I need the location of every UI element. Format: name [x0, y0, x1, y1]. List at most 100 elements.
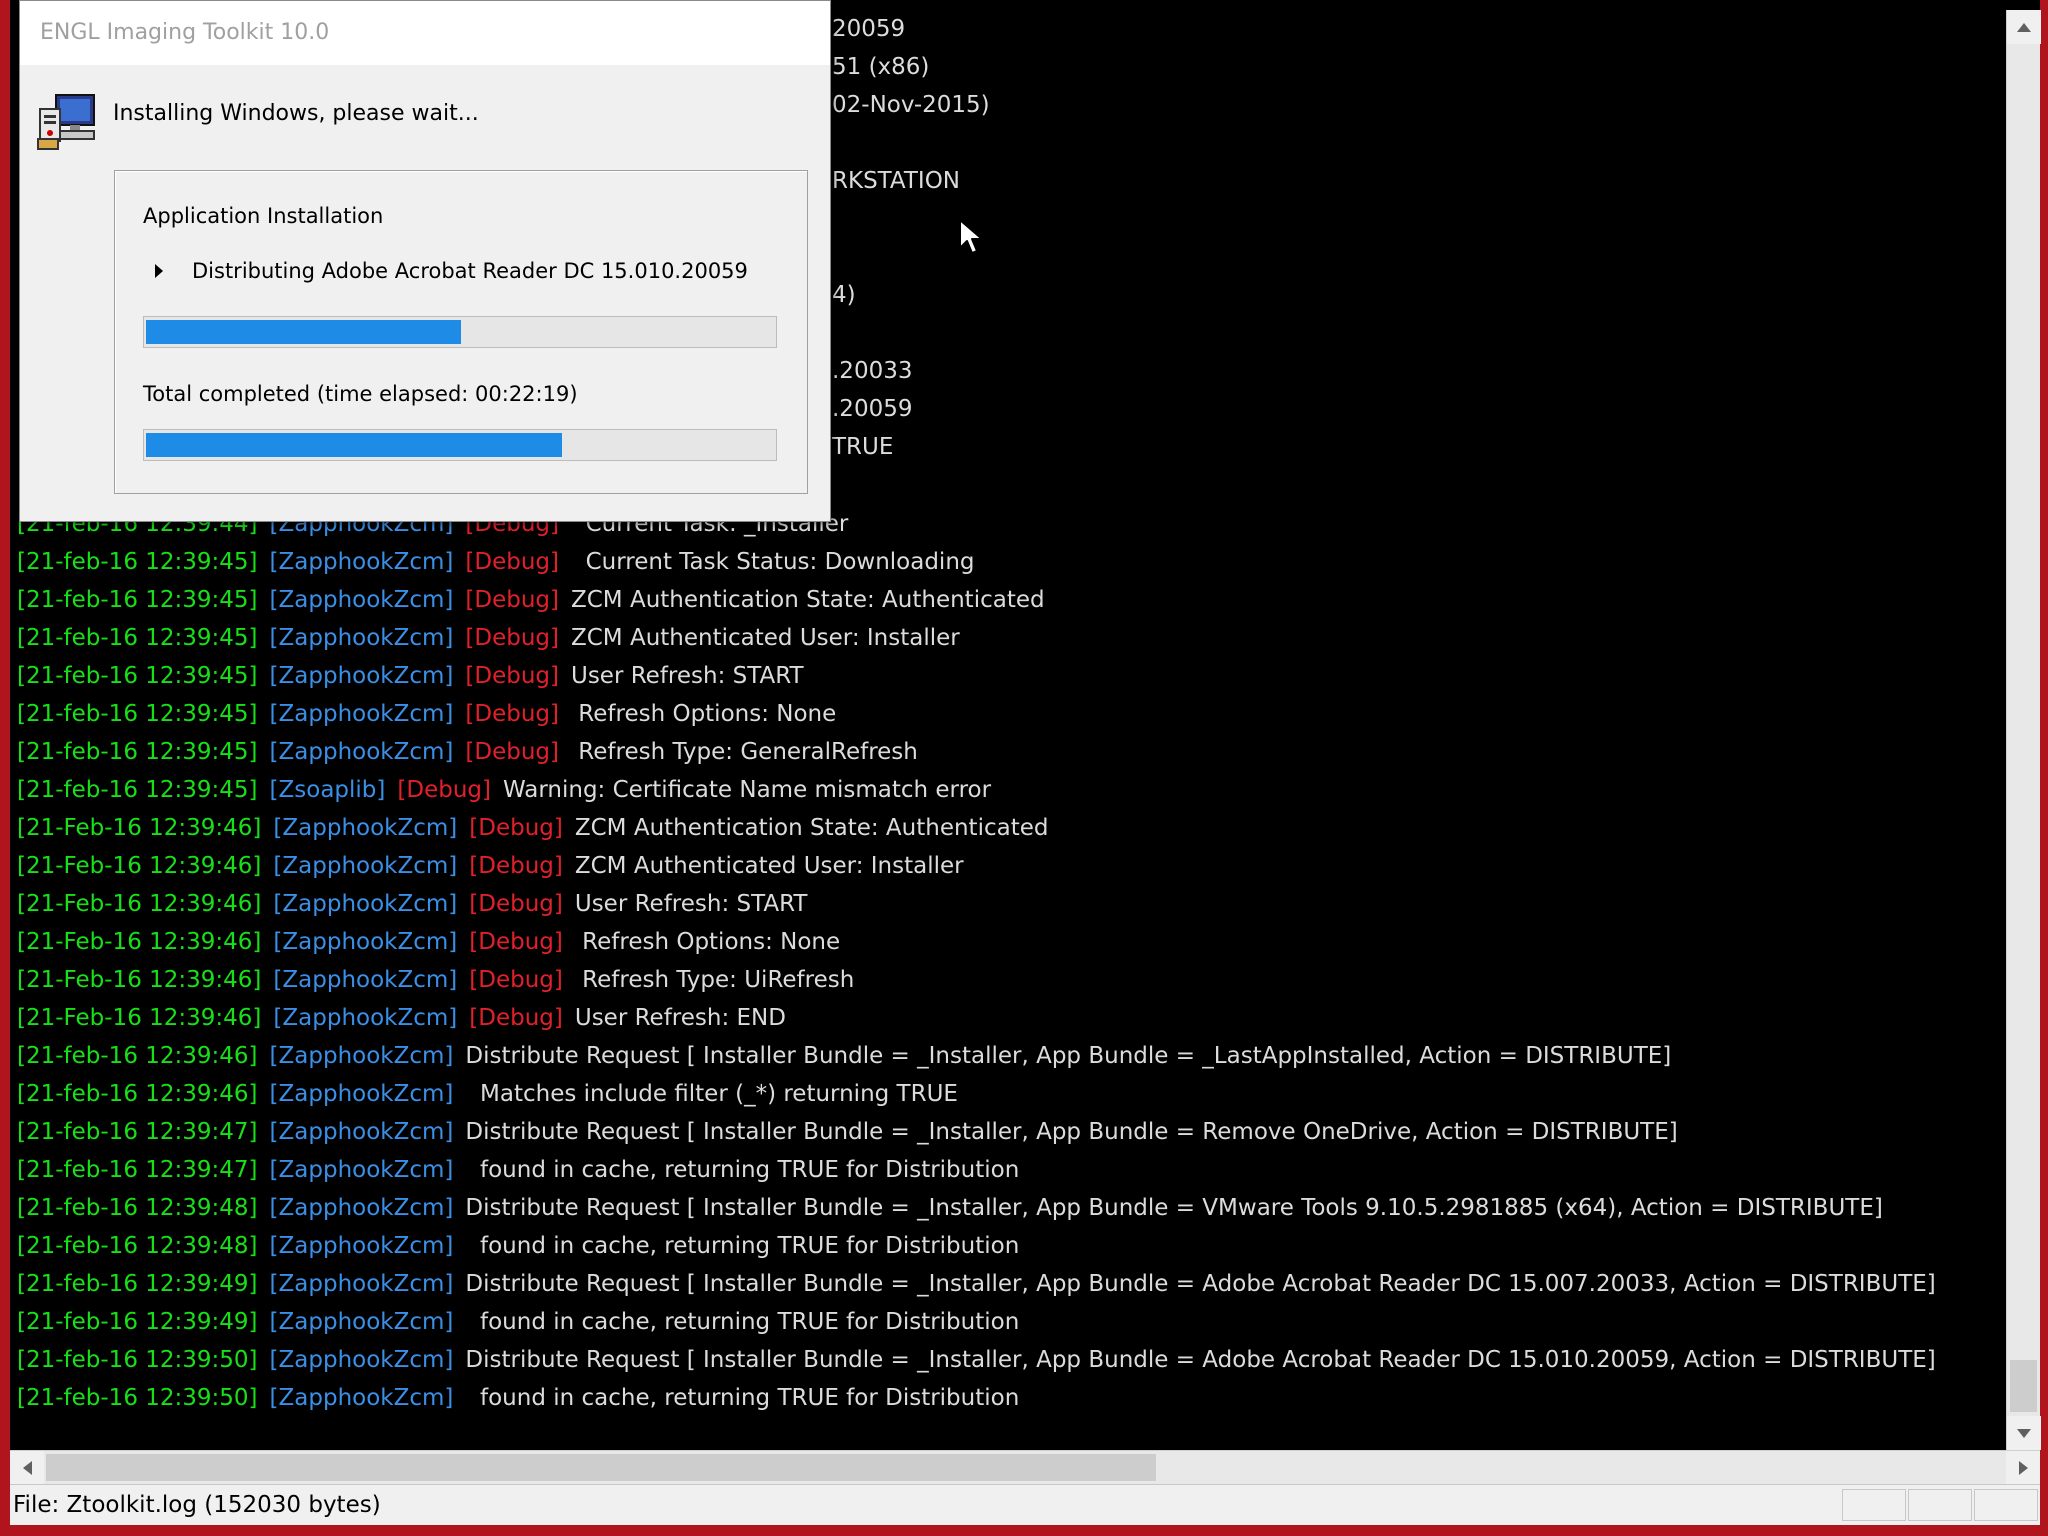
log-source: [ZapphookZcm] — [269, 1233, 454, 1259]
log-line: [21-feb-16 12:39:47] [ZapphookZcm] found … — [17, 1151, 1031, 1189]
log-timestamp: [21-feb-16 12:39:45] — [17, 587, 258, 613]
scroll-right-arrow-icon[interactable] — [2006, 1451, 2040, 1484]
log-timestamp: [21-Feb-16 12:39:46] — [17, 853, 262, 879]
task-progress-bar — [143, 316, 777, 348]
log-source: [ZapphookZcm] — [269, 1385, 454, 1411]
log-line-fragment-text: 51 (x86) — [832, 54, 930, 80]
log-line-fragment: .20059 — [832, 390, 912, 428]
log-source: [ZapphookZcm] — [269, 701, 454, 727]
log-source: [ZapphookZcm] — [269, 1081, 454, 1107]
log-level: [Debug] — [465, 663, 559, 689]
scroll-down-arrow-icon[interactable] — [2007, 1416, 2041, 1450]
log-source: [ZapphookZcm] — [269, 1043, 454, 1069]
log-message: User Refresh: START — [570, 663, 804, 689]
current-task-label: Distributing Adobe Acrobat Reader DC 15.… — [192, 259, 748, 283]
scroll-left-arrow-icon[interactable] — [10, 1451, 44, 1484]
log-message: ZCM Authentication State: Authenticated — [574, 815, 1049, 841]
log-source: [ZapphookZcm] — [273, 853, 458, 879]
log-line: [21-feb-16 12:39:45] [ZapphookZcm] [Debug]… — [17, 657, 816, 695]
installer-dialog: ENGL Imaging Toolkit 10.0 Installing Win… — [19, 0, 831, 522]
log-level: [Debug] — [465, 587, 559, 613]
log-level: [Debug] — [465, 701, 559, 727]
log-line-fragment: TRUE — [832, 428, 893, 466]
log-line: [21-feb-16 12:39:45] [ZapphookZcm] [Debug]… — [17, 619, 972, 657]
status-file-info: File: Ztoolkit.log (152030 bytes) — [13, 1492, 381, 1518]
log-source: [ZapphookZcm] — [273, 815, 458, 841]
log-level: [Debug] — [397, 777, 491, 803]
vertical-scroll-thumb[interactable] — [2010, 1360, 2037, 1412]
log-source: [ZapphookZcm] — [273, 1005, 458, 1031]
log-message: Refresh Type: UiRefresh — [574, 967, 855, 993]
log-timestamp: [21-feb-16 12:39:50] — [17, 1347, 258, 1373]
vertical-scrollbar[interactable] — [2006, 10, 2041, 1450]
horizontal-scroll-thumb[interactable] — [46, 1454, 1156, 1481]
log-message: found in cache, returning TRUE for Distr… — [465, 1157, 1020, 1183]
log-timestamp: [21-Feb-16 12:39:46] — [17, 815, 262, 841]
total-completed-label: Total completed (time elapsed: 00:22:19) — [143, 382, 578, 406]
log-timestamp: [21-feb-16 12:39:45] — [17, 549, 258, 575]
log-line-fragment: 20059 — [832, 10, 905, 48]
log-line: [21-Feb-16 12:39:46] [ZapphookZcm] [Debug]… — [17, 923, 852, 961]
log-line-fragment-text: .20059 — [832, 396, 913, 422]
log-line: [21-Feb-16 12:39:46] [ZapphookZcm] [Debug]… — [17, 885, 819, 923]
log-timestamp: [21-feb-16 12:39:48] — [17, 1195, 258, 1221]
log-source: [ZapphookZcm] — [273, 929, 458, 955]
log-line: [21-feb-16 12:39:45] [ZapphookZcm] [Debug]… — [17, 695, 848, 733]
log-line-fragment-text: .20033 — [832, 358, 913, 384]
log-line-fragment: .20033 — [832, 352, 912, 390]
status-panel — [1974, 1489, 2038, 1521]
section-label: Application Installation — [143, 204, 384, 228]
log-line: [21-feb-16 12:39:50] [ZapphookZcm] Distrib… — [17, 1341, 1948, 1379]
mouse-cursor-icon — [959, 219, 983, 254]
log-source: [ZapphookZcm] — [273, 891, 458, 917]
log-level: [Debug] — [465, 625, 559, 651]
log-message: ZCM Authenticated User: Installer — [574, 853, 964, 879]
log-message: Distribute Request [ Installer Bundle = … — [465, 1271, 1936, 1297]
log-message: ZCM Authenticated User: Installer — [570, 625, 960, 651]
log-level: [Debug] — [465, 739, 559, 765]
log-source: [ZapphookZcm] — [269, 1271, 454, 1297]
log-line: [21-Feb-16 12:39:46] [ZapphookZcm] [Debug]… — [17, 809, 1060, 847]
log-source: [ZapphookZcm] — [273, 967, 458, 993]
log-timestamp: [21-feb-16 12:39:45] — [17, 663, 258, 689]
log-line: [21-feb-16 12:39:48] [ZapphookZcm] found … — [17, 1227, 1031, 1265]
log-timestamp: [21-feb-16 12:39:47] — [17, 1157, 258, 1183]
log-line: [21-feb-16 12:39:45] [ZapphookZcm] [Debug]… — [17, 543, 987, 581]
log-line: [21-feb-16 12:39:50] [ZapphookZcm] found … — [17, 1379, 1031, 1417]
log-line-fragment: 51 (x86) — [832, 48, 929, 86]
horizontal-scrollbar[interactable] — [10, 1450, 2040, 1484]
dialog-message: Installing Windows, please wait... — [113, 101, 479, 126]
log-timestamp: [21-feb-16 12:39:45] — [17, 777, 258, 803]
dialog-titlebar[interactable]: ENGL Imaging Toolkit 10.0 — [20, 1, 830, 65]
total-progress-bar — [143, 429, 777, 461]
log-level: [Debug] — [469, 815, 563, 841]
log-line: [21-feb-16 12:39:49] [ZapphookZcm] Distrib… — [17, 1265, 1948, 1303]
log-timestamp: [21-feb-16 12:39:50] — [17, 1385, 258, 1411]
total-progress-fill — [146, 433, 562, 457]
log-timestamp: [21-feb-16 12:39:45] — [17, 625, 258, 651]
log-level: [Debug] — [469, 929, 563, 955]
status-bar: File: Ztoolkit.log (152030 bytes) — [10, 1484, 2040, 1525]
log-line: [21-feb-16 12:39:45] [ZapphookZcm] [Debug]… — [17, 733, 930, 771]
scroll-up-arrow-icon[interactable] — [2007, 10, 2041, 44]
log-line-fragment-text: TRUE — [832, 434, 894, 460]
log-line: [21-feb-16 12:39:47] [ZapphookZcm] Distrib… — [17, 1113, 1690, 1151]
log-source: [ZapphookZcm] — [269, 1119, 454, 1145]
status-panel — [1908, 1489, 1972, 1521]
log-timestamp: [21-feb-16 12:39:49] — [17, 1309, 258, 1335]
log-message: User Refresh: END — [574, 1005, 786, 1031]
log-level: [Debug] — [469, 891, 563, 917]
log-message: found in cache, returning TRUE for Distr… — [465, 1233, 1020, 1259]
log-message: Matches include filter (_*) returning TR… — [465, 1081, 958, 1107]
log-message: Distribute Request [ Installer Bundle = … — [465, 1119, 1678, 1145]
log-line: [21-Feb-16 12:39:46] [ZapphookZcm] [Debug]… — [17, 847, 976, 885]
log-timestamp: [21-feb-16 12:39:47] — [17, 1119, 258, 1145]
log-level: [Debug] — [465, 549, 559, 575]
log-line: [21-feb-16 12:39:45] [ZapphookZcm] [Debug]… — [17, 581, 1057, 619]
log-source: [ZapphookZcm] — [269, 549, 454, 575]
log-level: [Debug] — [469, 1005, 563, 1031]
log-message: Distribute Request [ Installer Bundle = … — [465, 1043, 1672, 1069]
log-message: Refresh Options: None — [574, 929, 841, 955]
installation-panel: Application Installation Distributing Ad… — [114, 170, 808, 494]
log-source: [ZapphookZcm] — [269, 663, 454, 689]
